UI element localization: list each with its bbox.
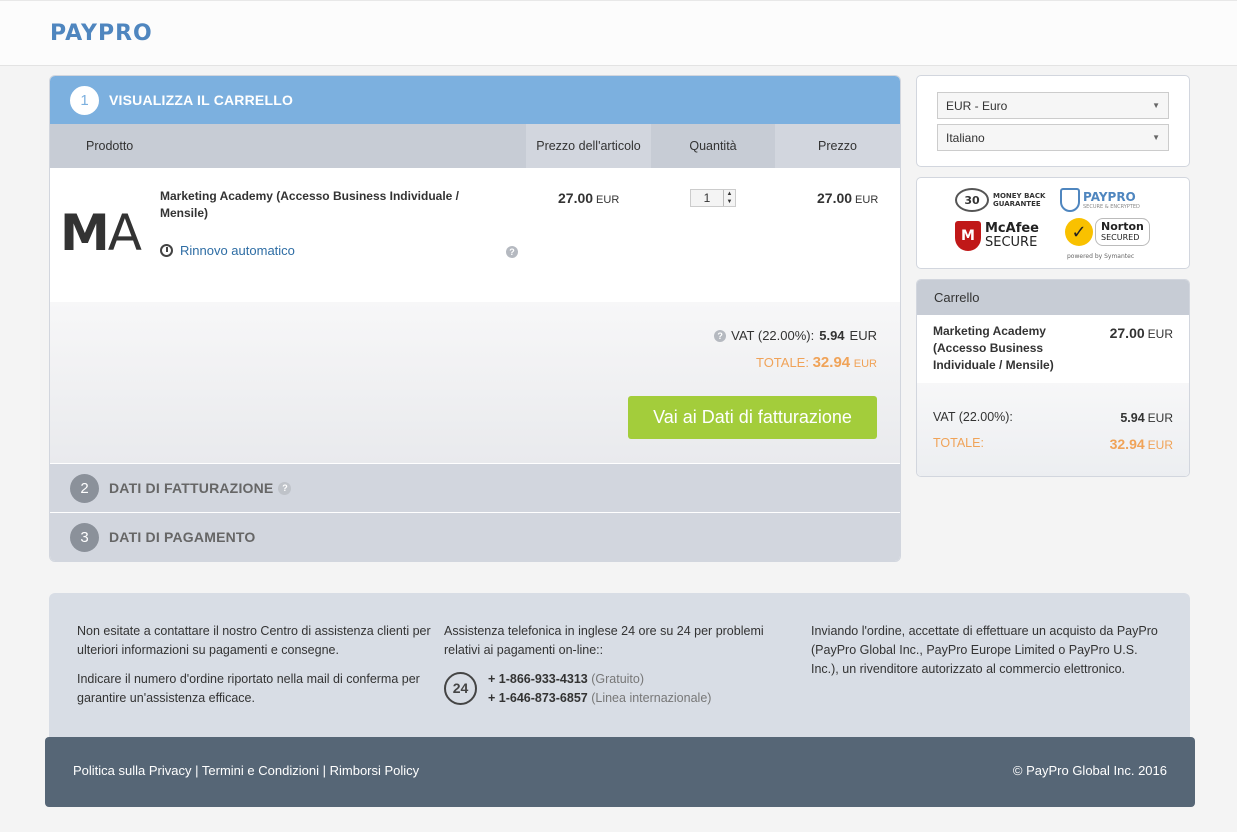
phone-column: Assistenza telefonica in inglese 24 ore … [444, 622, 794, 708]
line-price: 27.00 EUR [817, 190, 879, 206]
chevron-up-icon: ▲ [726, 191, 733, 197]
auto-renew-link[interactable]: Rinnovo automatico [160, 243, 295, 258]
privacy-link[interactable]: Politica sulla Privacy [73, 763, 192, 778]
total-label: TOTALE: [755, 355, 809, 370]
support-text: Non esitate a contattare il nostro Centr… [77, 624, 431, 657]
step-title-cart: VISUALIZZA IL CARRELLO [109, 92, 294, 108]
footer: Politica sulla Privacy | Termini e Condi… [45, 737, 1195, 807]
product-logo: MA [60, 204, 142, 262]
language-value: Italiano [946, 130, 985, 145]
header-product: Prodotto [86, 139, 134, 153]
vat-currency: EUR [849, 328, 877, 343]
cart-item-price: 27.00 EUR [1109, 325, 1173, 341]
cart-totals: VAT (22.00%): 5.94 EUR TOTALE: 32.94 EUR [917, 383, 1189, 476]
phone-24-icon: 24 [444, 672, 477, 705]
billing-help-icon[interactable]: ? [278, 481, 292, 495]
footer-separator: | [322, 763, 326, 778]
phone-tollfree[interactable]: + 1-866-933-4313 [488, 672, 588, 686]
legal-column: Inviando l'ordine, accettate di effettua… [811, 622, 1166, 679]
shield-icon [1060, 188, 1080, 212]
step-title-billing: DATI DI FATTURAZIONE [109, 480, 274, 496]
product-name: Marketing Academy (Accesso Business Indi… [160, 189, 459, 220]
step-cart-header[interactable]: 1 VISUALIZZA IL CARRELLO [50, 76, 900, 124]
step-payment-header[interactable]: 3 DATI DI PAGAMENTO [50, 512, 900, 561]
days-icon: 30 [955, 188, 989, 212]
cart-total-label: TOTALE: [933, 436, 984, 450]
step-number-3: 3 [70, 522, 99, 552]
support-info: Non esitate a contattare il nostro Centr… [49, 593, 1190, 740]
step-number-2: 2 [70, 473, 99, 503]
quantity-stepper[interactable]: 1 ▲ ▼ [690, 189, 736, 207]
chevron-down-icon: ▼ [726, 199, 733, 205]
terms-link[interactable]: Termini e Condizioni [202, 763, 319, 778]
phone-numbers: 24 + 1-866-933-4313 (Gratuito) + 1-646-8… [444, 670, 794, 708]
continue-billing-button[interactable]: Vai ai Dati di fatturazione [628, 396, 877, 439]
order-number-text: Indicare il numero d'ordine riportato ne… [77, 672, 420, 705]
step-title-payment: DATI DI PAGAMENTO [109, 529, 256, 545]
cart-table-header: Prodotto Prezzo dell'articolo Quantità P… [50, 124, 900, 168]
paypro-secure-badge: PAYPRO SECURE & ENCRYPTED [1060, 188, 1140, 212]
unit-price: 27.00 EUR [558, 190, 620, 206]
vat-label: VAT (22.00%): [731, 328, 815, 343]
currency-value: EUR - Euro [946, 98, 1008, 113]
vat-line: ? VAT (22.00%): 5.94 EUR [714, 328, 877, 343]
copyright: © PayPro Global Inc. 2016 [1012, 763, 1167, 778]
quantity-value: 1 [703, 191, 711, 205]
clock-icon [160, 244, 173, 257]
total-value: 32.94 [812, 354, 851, 371]
trust-badges: 30 MONEY BACK GUARANTEE PAYPRO SECURE & EN… [916, 177, 1190, 269]
vat-help-icon[interactable]: ? [714, 329, 727, 342]
auto-renew-label: Rinnovo automatico [180, 243, 295, 258]
header: PAYPRO [0, 0, 1237, 66]
cart-title: Carrello [917, 280, 1189, 315]
money-back-badge: 30 MONEY BACK GUARANTEE [955, 188, 1045, 212]
chevron-down-icon: ▼ [1152, 101, 1160, 110]
phone-international-note: (Linea internazionale) [591, 691, 712, 705]
norton-badge: ✓ Norton SECURED powered by Symantec [1065, 218, 1150, 260]
step-number-1: 1 [70, 85, 99, 115]
phone-international[interactable]: + 1-646-873-6857 [488, 691, 588, 705]
help-icon[interactable]: ? [506, 246, 518, 258]
preferences-box: EUR - Euro ▼ Italiano ▼ [916, 75, 1190, 167]
mcafee-shield-icon: M [955, 221, 981, 251]
quantity-spinner[interactable]: ▲ ▼ [723, 190, 735, 206]
total-currency: EUR [853, 358, 877, 370]
chevron-down-icon: ▼ [1152, 133, 1160, 142]
step-billing-header[interactable]: 2 DATI DI FATTURAZIONE ? [50, 463, 900, 512]
total-line: TOTALE: 32.94 EUR [756, 354, 877, 371]
cart-vat-label: VAT (22.00%): [933, 410, 1013, 424]
language-select[interactable]: Italiano ▼ [937, 124, 1169, 151]
list-item: Marketing Academy (Accesso Business Indi… [917, 315, 1189, 383]
cart-item-name: Marketing Academy (Accesso Business Indi… [933, 324, 1054, 372]
phone-tollfree-note: (Gratuito) [591, 672, 645, 686]
checkout-panel: 1 VISUALIZZA IL CARRELLO Prodotto Prezzo… [49, 75, 901, 562]
checkmark-icon: ✓ [1065, 218, 1093, 246]
footer-separator: | [195, 763, 199, 778]
mcafee-badge: M McAfee SECURE [955, 221, 1039, 251]
footer-links: Politica sulla Privacy | Termini e Condi… [73, 763, 419, 778]
cart-total-value: 32.94 EUR [1109, 436, 1173, 452]
table-row: MA Marketing Academy (Accesso Business I… [50, 168, 900, 302]
paypro-logo[interactable]: PAYPRO [50, 21, 153, 46]
header-unit-price: Prezzo dell'articolo [526, 124, 651, 168]
support-column: Non esitate a contattare il nostro Centr… [77, 622, 437, 708]
reseller-text: Inviando l'ordine, accettate di effettua… [811, 624, 1158, 676]
header-price: Prezzo [775, 124, 900, 168]
refunds-link[interactable]: Rimborsi Policy [330, 763, 420, 778]
currency-select[interactable]: EUR - Euro ▼ [937, 92, 1169, 119]
phone-support-text: Assistenza telefonica in inglese 24 ore … [444, 624, 764, 657]
cart-vat-value: 5.94 EUR [1120, 411, 1173, 425]
order-summary: ? VAT (22.00%): 5.94 EUR TOTALE: 32.94 E… [50, 302, 900, 463]
cart-summary: Carrello Marketing Academy (Accesso Busi… [916, 279, 1190, 477]
header-quantity: Quantità [689, 139, 737, 153]
vat-value: 5.94 [819, 328, 845, 343]
